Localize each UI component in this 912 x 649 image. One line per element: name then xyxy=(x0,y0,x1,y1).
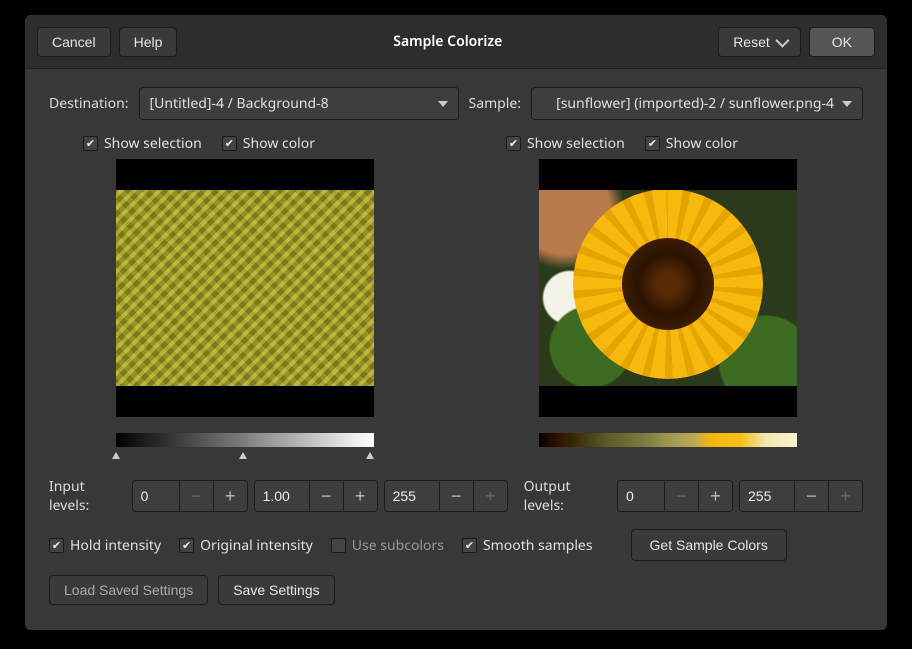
dropdown-icon xyxy=(438,101,448,107)
decrement-button[interactable]: − xyxy=(795,480,829,512)
dropdown-icon xyxy=(842,101,852,107)
check-label: Show color xyxy=(666,134,738,153)
check-label: Show selection xyxy=(527,134,625,153)
sample-value: [sunflower] (imported)-2 / sunflower.png… xyxy=(542,94,834,113)
sample-show-selection-check[interactable]: Show selection xyxy=(506,134,625,153)
original-intensity-check[interactable]: Original intensity xyxy=(179,536,313,555)
increment-button[interactable]: + xyxy=(829,480,863,512)
smooth-samples-check[interactable]: Smooth samples xyxy=(462,536,593,555)
checkbox-icon xyxy=(83,136,98,151)
sample-panel: Show selection Show color xyxy=(472,134,863,463)
preview-panels: Show selection Show color xyxy=(49,134,863,463)
cancel-button[interactable]: Cancel xyxy=(37,27,111,57)
checkbox-icon xyxy=(506,136,521,151)
titlebar: Cancel Help Sample Colorize Reset OK xyxy=(25,15,887,69)
check-label: Use subcolors xyxy=(352,536,444,555)
check-label: Hold intensity xyxy=(70,536,161,555)
increment-button[interactable]: + xyxy=(474,480,508,512)
decrement-button[interactable]: − xyxy=(180,480,214,512)
destination-dropdown[interactable]: [Untitled]-4 / Background-8 xyxy=(139,87,459,120)
options-row: Hold intensity Original intensity Use su… xyxy=(49,529,863,561)
destination-preview[interactable] xyxy=(116,159,374,417)
input-gamma-field[interactable] xyxy=(254,480,310,512)
sample-dropdown[interactable]: [sunflower] (imported)-2 / sunflower.png… xyxy=(531,87,863,120)
sample-preview[interactable] xyxy=(539,159,797,417)
chevron-down-icon xyxy=(775,33,789,47)
checkbox-icon xyxy=(49,538,64,553)
sample-label: Sample: xyxy=(469,94,522,113)
checkbox-icon xyxy=(645,136,660,151)
gamma-marker[interactable] xyxy=(239,452,247,459)
dest-show-color-check[interactable]: Show color xyxy=(222,134,315,153)
decrement-button[interactable]: − xyxy=(310,480,344,512)
output-low-spin: − + xyxy=(617,480,733,512)
input-levels-label: Input levels: xyxy=(49,477,126,515)
sample-colorize-dialog: Cancel Help Sample Colorize Reset OK Des… xyxy=(25,15,887,630)
checkbox-icon xyxy=(331,538,346,553)
use-subcolors-check[interactable]: Use subcolors xyxy=(331,536,444,555)
save-settings-button[interactable]: Save Settings xyxy=(218,575,334,605)
dest-show-selection-check[interactable]: Show selection xyxy=(83,134,202,153)
dialog-body: Destination: [Untitled]-4 / Background-8… xyxy=(25,69,887,630)
low-marker[interactable] xyxy=(112,452,120,459)
destination-label: Destination: xyxy=(49,94,129,113)
load-settings-button[interactable]: Load Saved Settings xyxy=(49,575,208,605)
checkbox-icon xyxy=(462,538,477,553)
destination-panel: Show selection Show color xyxy=(49,134,440,463)
reset-label: Reset xyxy=(733,34,770,50)
check-label: Show color xyxy=(243,134,315,153)
high-marker[interactable] xyxy=(366,452,374,459)
checkbox-icon xyxy=(222,136,237,151)
reset-button[interactable]: Reset xyxy=(718,27,801,57)
get-sample-colors-button[interactable]: Get Sample Colors xyxy=(631,529,787,561)
input-high-field[interactable] xyxy=(384,480,440,512)
checkbox-icon xyxy=(179,538,194,553)
selectors-row: Destination: [Untitled]-4 / Background-8… xyxy=(49,87,863,120)
decrement-button[interactable]: − xyxy=(665,480,699,512)
check-label: Show selection xyxy=(104,134,202,153)
check-label: Smooth samples xyxy=(483,536,593,555)
ok-button[interactable]: OK xyxy=(809,27,875,57)
check-label: Original intensity xyxy=(200,536,313,555)
output-low-field[interactable] xyxy=(617,480,665,512)
output-levels-label: Output levels: xyxy=(524,477,611,515)
hold-intensity-check[interactable]: Hold intensity xyxy=(49,536,161,555)
input-high-spin: − + xyxy=(384,480,508,512)
help-button[interactable]: Help xyxy=(119,27,178,57)
destination-value: [Untitled]-4 / Background-8 xyxy=(150,94,430,113)
sample-preview-image xyxy=(539,190,797,386)
output-high-spin: − + xyxy=(739,480,863,512)
dialog-title: Sample Colorize xyxy=(185,32,710,51)
input-gradient-strip[interactable] xyxy=(116,433,374,447)
sample-show-color-check[interactable]: Show color xyxy=(645,134,738,153)
increment-button[interactable]: + xyxy=(214,480,248,512)
destination-preview-image xyxy=(116,190,374,386)
input-low-field[interactable] xyxy=(132,480,180,512)
bottom-buttons: Load Saved Settings Save Settings xyxy=(49,575,863,605)
increment-button[interactable]: + xyxy=(344,480,378,512)
input-gamma-spin: − + xyxy=(254,480,378,512)
increment-button[interactable]: + xyxy=(699,480,733,512)
input-markers[interactable] xyxy=(116,453,374,463)
input-low-spin: − + xyxy=(132,480,248,512)
sample-gradient-strip[interactable] xyxy=(539,433,797,447)
output-high-field[interactable] xyxy=(739,480,795,512)
output-markers xyxy=(539,453,797,463)
decrement-button[interactable]: − xyxy=(440,480,474,512)
levels-row: Input levels: − + − + − + Output levels:… xyxy=(49,477,863,515)
